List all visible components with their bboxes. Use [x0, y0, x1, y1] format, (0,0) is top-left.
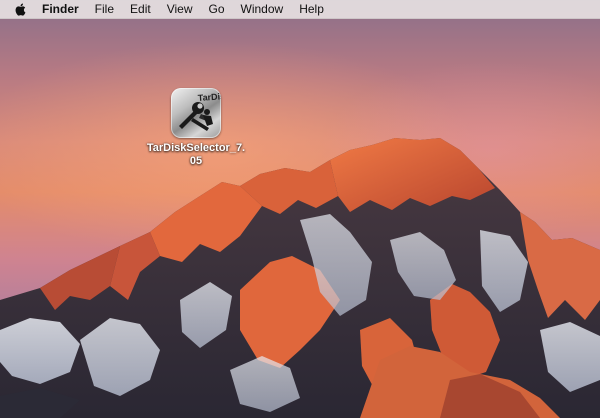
desktop-screen: Finder File Edit View Go Window Help Tar… — [0, 0, 600, 418]
menu-help[interactable]: Help — [291, 0, 332, 18]
tardisk-app-icon[interactable]: TarDisk — [171, 88, 221, 138]
menu-file[interactable]: File — [87, 0, 122, 18]
apple-logo-icon[interactable] — [14, 2, 26, 16]
tardisk-icon-text: TarDisk — [197, 91, 221, 103]
wallpaper-mountain — [0, 138, 600, 418]
menu-window[interactable]: Window — [233, 0, 292, 18]
menu-view[interactable]: View — [159, 0, 201, 18]
menu-app-finder[interactable]: Finder — [40, 0, 87, 18]
desktop-item-label-line1: TarDiskSelector_7. — [146, 142, 246, 154]
desktop-item-tardiskselector[interactable]: TarDisk TarDiskSelector_7. 05 — [140, 88, 252, 168]
desktop-item-label-line2: 05 — [189, 155, 203, 167]
menu-edit[interactable]: Edit — [122, 0, 159, 18]
menu-go[interactable]: Go — [201, 0, 233, 18]
desktop-item-label: TarDiskSelector_7. 05 — [140, 142, 252, 168]
menu-bar: Finder File Edit View Go Window Help — [0, 0, 600, 19]
